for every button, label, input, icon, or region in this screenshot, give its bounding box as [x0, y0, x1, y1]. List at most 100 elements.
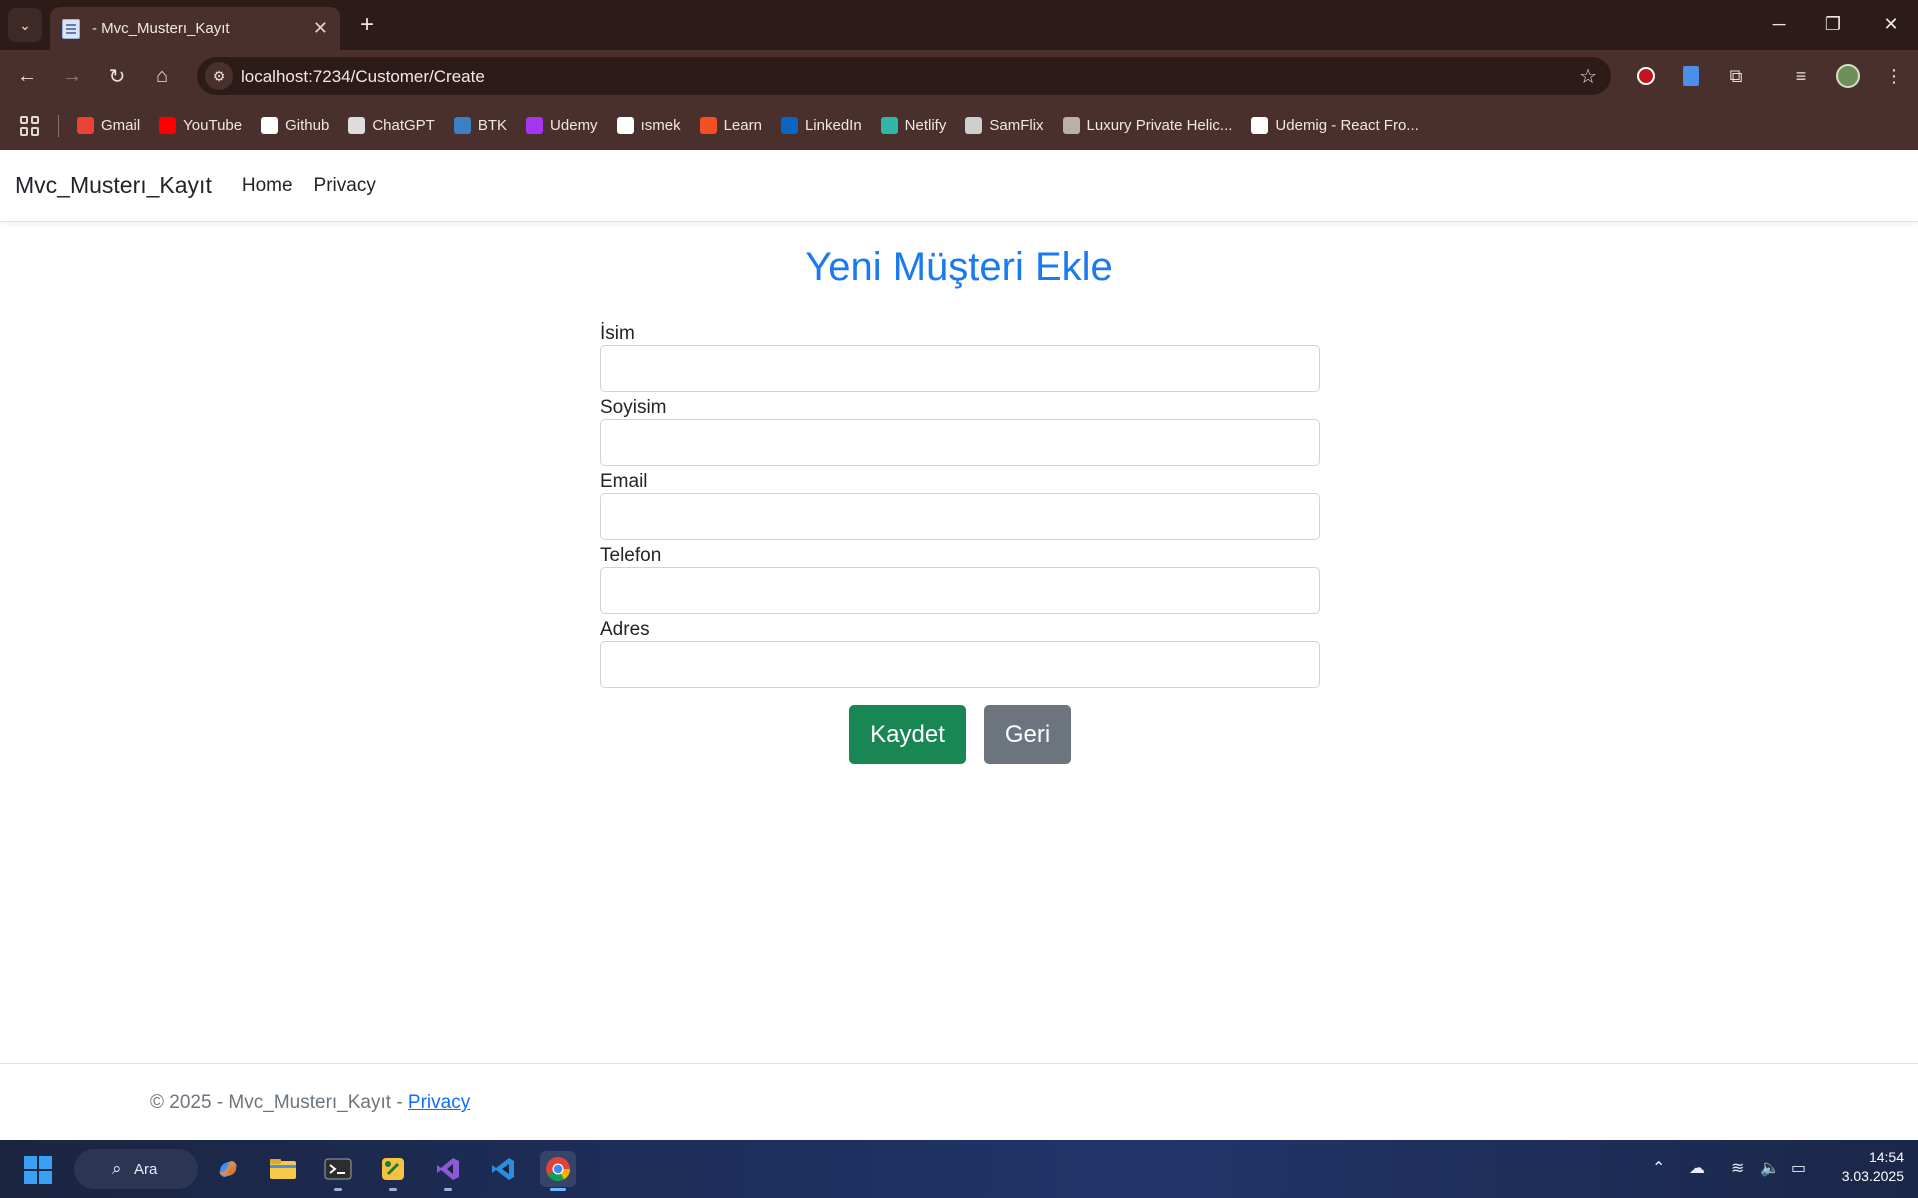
- email-input[interactable]: [600, 493, 1320, 540]
- battery-icon[interactable]: ▭: [1791, 1158, 1806, 1178]
- site-navbar: Mvc_Musterı_Kayıt Home Privacy: [0, 150, 1918, 222]
- bookmark-udemy[interactable]: Udemy: [526, 117, 598, 134]
- menu-kebab-icon[interactable]: ⋮: [1880, 62, 1908, 90]
- bookmark-gmail[interactable]: Gmail: [77, 117, 140, 134]
- media-control-icon[interactable]: ≡: [1787, 62, 1815, 90]
- bookmark-label: Udemig - React Fro...: [1275, 117, 1419, 134]
- tab-search-chevron-icon[interactable]: ⌄: [8, 8, 42, 42]
- site-footer: © 2025 - Mvc_Musterı_Kayıt - Privacy: [0, 1063, 1918, 1140]
- address-bar[interactable]: ⚙ localhost:7234/Customer/Create ☆: [197, 57, 1611, 95]
- footer-copyright: © 2025 - Mvc_Musterı_Kayıt -: [150, 1092, 408, 1113]
- telefon-input[interactable]: [600, 567, 1320, 614]
- bookmark-btk[interactable]: BTK: [453, 117, 508, 134]
- windows-start-icon[interactable]: [24, 1156, 52, 1184]
- field-label-email: Email: [600, 471, 648, 492]
- bookmark-label: Gmail: [101, 117, 141, 134]
- bookmark-ısmek[interactable]: ısmek: [616, 117, 681, 134]
- chrome-icon[interactable]: [540, 1151, 576, 1191]
- adblock-extension-icon[interactable]: [1632, 62, 1660, 90]
- restore-icon[interactable]: ❐: [1810, 6, 1856, 42]
- url-text[interactable]: localhost:7234/Customer/Create: [241, 67, 485, 87]
- back-arrow-icon[interactable]: ←: [10, 59, 44, 93]
- bookmark-linkedin[interactable]: LinkedIn: [780, 117, 862, 134]
- bookmark-udemig-react-fro[interactable]: Udemig - React Fro...: [1251, 117, 1419, 134]
- browser-tab-bar: ⌄ - Mvc_Musterı_Kayıt ✕ + ─ ❐ ✕: [0, 0, 1918, 50]
- bookmark-label: Learn: [723, 117, 762, 134]
- udemy-icon: [526, 117, 544, 134]
- tab-close-icon[interactable]: ✕: [313, 18, 328, 39]
- site-brand-link[interactable]: Mvc_Musterı_Kayıt: [15, 172, 212, 199]
- bookmark-samflix[interactable]: SamFlix: [965, 117, 1044, 134]
- new-tab-plus-icon[interactable]: +: [352, 10, 382, 40]
- minimize-icon[interactable]: ─: [1756, 6, 1802, 42]
- netlify-icon: [880, 117, 898, 134]
- bookmark-netlify[interactable]: Netlify: [880, 117, 947, 134]
- taskbar-clock[interactable]: 14:54 3.03.2025: [1820, 1148, 1904, 1186]
- bookmark-learn[interactable]: Learn: [699, 117, 762, 134]
- clipboard-extension-icon[interactable]: [1677, 62, 1705, 90]
- page-favicon-icon: [62, 18, 80, 39]
- forward-arrow-icon[interactable]: →: [55, 59, 89, 93]
- bookmark-chatgpt[interactable]: ChatGPT: [348, 117, 435, 134]
- reload-icon[interactable]: ↻: [100, 59, 134, 93]
- apps-grid-icon[interactable]: [20, 115, 40, 136]
- window-close-icon[interactable]: ✕: [1868, 6, 1914, 42]
- wifi-icon[interactable]: ≋: [1731, 1158, 1744, 1178]
- save-button[interactable]: Kaydet: [849, 705, 966, 764]
- page-viewport: Mvc_Musterı_Kayıt Home Privacy Yeni Müşt…: [0, 150, 1918, 1140]
- clock-date: 3.03.2025: [1841, 1168, 1904, 1184]
- vscode-icon[interactable]: [485, 1151, 521, 1187]
- ismek-icon: [616, 117, 634, 134]
- bookmark-label: ısmek: [640, 117, 681, 134]
- footer-privacy-link[interactable]: Privacy: [408, 1092, 470, 1113]
- field-label-telefon: Telefon: [600, 545, 662, 566]
- bookmark-label: Github: [285, 117, 330, 134]
- adres-input[interactable]: [600, 641, 1320, 688]
- active-tab[interactable]: - Mvc_Musterı_Kayıt ✕: [50, 7, 340, 50]
- bookmark-label: LinkedIn: [804, 117, 862, 134]
- gmail-icon: [77, 117, 94, 134]
- copilot-app-icon[interactable]: [210, 1151, 246, 1187]
- bookmark-label: BTK: [477, 117, 508, 134]
- soyisim-input[interactable]: [600, 419, 1320, 466]
- extensions-puzzle-icon[interactable]: ⧉: [1722, 62, 1750, 90]
- windows-taskbar: ⌕ Ara ⌃ ☁ ≋ 🔈 ▭ 14:54 3.03.2025: [0, 1140, 1918, 1198]
- bookmark-luxury-private-helic[interactable]: Luxury Private Helic...: [1062, 117, 1232, 134]
- isim-input[interactable]: [600, 345, 1320, 392]
- page-title: Yeni Müşteri Ekle: [805, 245, 1113, 289]
- bookmark-youtube[interactable]: YouTube: [159, 117, 242, 134]
- form-actions: Kaydet Geri: [849, 705, 1071, 764]
- home-icon[interactable]: ⌂: [145, 59, 179, 93]
- bookmark-label: ChatGPT: [372, 117, 435, 134]
- footer-text: © 2025 - Mvc_Musterı_Kayıt - Privacy: [150, 1092, 470, 1114]
- profile-avatar[interactable]: [1834, 62, 1862, 90]
- bookmark-github[interactable]: Github: [261, 117, 329, 134]
- nav-link-privacy[interactable]: Privacy: [314, 175, 376, 197]
- bookmark-label: SamFlix: [989, 117, 1044, 134]
- tray-chevron-up-icon[interactable]: ⌃: [1652, 1158, 1665, 1178]
- onedrive-cloud-icon[interactable]: ☁: [1689, 1158, 1705, 1178]
- btk-icon: [453, 117, 471, 134]
- github-icon: [261, 117, 279, 134]
- tab-title: - Mvc_Musterı_Kayıt: [92, 20, 230, 37]
- snipping-tool-icon[interactable]: [375, 1151, 411, 1191]
- taskbar-search-label: Ara: [134, 1160, 158, 1178]
- taskbar-search[interactable]: ⌕ Ara: [74, 1149, 198, 1189]
- clock-time: 14:54: [1868, 1149, 1904, 1165]
- browser-toolbar: ← → ↻ ⌂ ⚙ localhost:7234/Customer/Create…: [0, 50, 1918, 101]
- helicopter-icon: [1062, 117, 1080, 134]
- site-info-icon[interactable]: ⚙: [205, 62, 233, 90]
- bookmark-list: Gmail YouTube Github ChatGPT BTK Udemy ısmek Le…: [77, 117, 1438, 134]
- bookmark-star-icon[interactable]: ☆: [1579, 64, 1597, 89]
- file-explorer-icon[interactable]: [265, 1151, 301, 1187]
- bookmark-label: YouTube: [183, 117, 243, 134]
- terminal-icon[interactable]: [320, 1151, 356, 1191]
- bookmark-separator: [58, 114, 59, 137]
- search-icon: ⌕: [112, 1159, 122, 1178]
- bookmark-label: Netlify: [904, 117, 947, 134]
- visual-studio-icon[interactable]: [430, 1151, 466, 1191]
- nav-link-home[interactable]: Home: [242, 175, 293, 197]
- volume-icon[interactable]: 🔈: [1760, 1158, 1780, 1178]
- back-button[interactable]: Geri: [984, 705, 1071, 764]
- customer-create-form: İsim Soyisim Email Telefon Adres: [600, 322, 1320, 692]
